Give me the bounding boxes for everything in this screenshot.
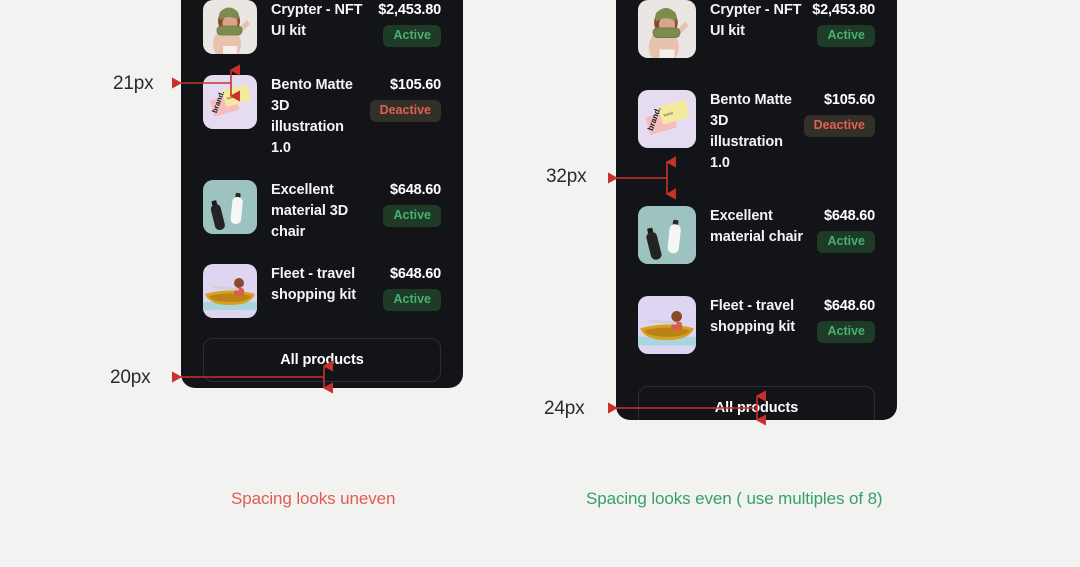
product-title: Crypter - NFT UI kit bbox=[271, 2, 363, 39]
status-badge: Deactive bbox=[369, 100, 441, 122]
product-row-body: Crypter - NFT UI kit $2,453.80 Active bbox=[257, 0, 441, 47]
product-title: Bento Matte 3D illustration 1.0 bbox=[271, 77, 353, 156]
product-price: $648.60 bbox=[823, 298, 875, 314]
product-list-item[interactable]: Fleet - travel shopping kit $648.60 Acti… bbox=[638, 296, 875, 354]
product-price: $648.60 bbox=[389, 266, 441, 282]
annotation-label-21px: 21px bbox=[113, 73, 154, 94]
caption-uneven: Spacing looks uneven bbox=[231, 489, 396, 508]
product-meta: $2,453.80 Active bbox=[372, 0, 441, 47]
status-badge: Deactive bbox=[803, 115, 875, 137]
nft-portrait-thumbnail bbox=[203, 0, 257, 54]
annotation-label-20px: 20px bbox=[110, 367, 151, 388]
product-meta: $648.60 Active bbox=[811, 206, 875, 253]
caption-even: Spacing looks even ( use multiples of 8) bbox=[586, 489, 883, 508]
bento-cards-thumbnail: brand brand. bbox=[203, 75, 257, 129]
panel-content-uneven: Crypter - NFT UI kit $2,453.80 Active br… bbox=[181, 0, 463, 382]
product-meta: $648.60 Active bbox=[811, 296, 875, 343]
status-badge: Active bbox=[817, 25, 875, 47]
status-badge: Active bbox=[383, 205, 441, 227]
all-products-button-wrap: All products bbox=[638, 386, 875, 420]
product-title: Fleet - travel shopping kit bbox=[271, 266, 356, 303]
product-row-body: Excellent material chair $648.60 Active bbox=[696, 206, 875, 253]
product-price: $648.60 bbox=[823, 208, 875, 224]
product-price: $648.60 bbox=[389, 182, 441, 198]
product-list-item[interactable]: brand brand. Bento Matte 3D illustration… bbox=[203, 75, 441, 159]
product-meta: $105.60 Deactive bbox=[364, 75, 441, 122]
status-badge: Active bbox=[383, 289, 441, 311]
product-list-item[interactable]: Fleet - travel shopping kit $648.60 Acti… bbox=[203, 264, 441, 318]
product-row-body: Fleet - travel shopping kit $648.60 Acti… bbox=[696, 296, 875, 343]
product-list-item[interactable]: brand brand. Bento Matte 3D illustration… bbox=[638, 90, 875, 174]
status-badge: Active bbox=[383, 25, 441, 47]
product-price: $105.60 bbox=[823, 92, 875, 108]
product-title: Bento Matte 3D illustration 1.0 bbox=[710, 92, 792, 171]
product-title: Excellent material 3D chair bbox=[271, 182, 349, 240]
product-list-panel-uneven: Crypter - NFT UI kit $2,453.80 Active br… bbox=[181, 0, 463, 388]
product-meta: $648.60 Active bbox=[377, 264, 441, 311]
product-price: $2,453.80 bbox=[378, 2, 441, 18]
annotation-label-24px: 24px bbox=[544, 398, 585, 419]
product-row-body: Crypter - NFT UI kit $2,453.80 Active bbox=[696, 0, 875, 47]
water-bottles-thumbnail bbox=[203, 180, 257, 234]
water-bottles-thumbnail bbox=[638, 206, 696, 264]
all-products-button[interactable]: All products bbox=[203, 338, 441, 382]
product-list-panel-even: Crypter - NFT UI kit $2,453.80 Active br… bbox=[616, 0, 897, 420]
product-list-item[interactable]: Excellent material chair $648.60 Active bbox=[638, 206, 875, 264]
all-products-button-wrap: All products bbox=[203, 338, 441, 382]
panel-content-even: Crypter - NFT UI kit $2,453.80 Active br… bbox=[616, 0, 897, 420]
product-meta: $105.60 Deactive bbox=[798, 90, 875, 137]
annotation-overlay bbox=[172, 64, 766, 426]
status-badge: Active bbox=[817, 321, 875, 343]
product-meta: $2,453.80 Active bbox=[806, 0, 875, 47]
annotation-label-32px: 32px bbox=[546, 166, 587, 187]
bento-cards-thumbnail: brand brand. bbox=[638, 90, 696, 148]
product-row-body: Excellent material 3D chair $648.60 Acti… bbox=[257, 180, 441, 243]
product-row-body: Bento Matte 3D illustration 1.0 $105.60 … bbox=[257, 75, 441, 159]
product-list-item[interactable]: Crypter - NFT UI kit $2,453.80 Active bbox=[638, 0, 875, 58]
product-meta: $648.60 Active bbox=[377, 180, 441, 227]
nft-portrait-thumbnail bbox=[638, 0, 696, 58]
product-row-body: Fleet - travel shopping kit $648.60 Acti… bbox=[257, 264, 441, 311]
kayak-thumbnail bbox=[203, 264, 257, 318]
status-badge: Active bbox=[817, 231, 875, 253]
product-price: $2,453.80 bbox=[812, 2, 875, 18]
product-title: Excellent material chair bbox=[710, 208, 803, 245]
product-row-body: Bento Matte 3D illustration 1.0 $105.60 … bbox=[696, 90, 875, 174]
product-list-item[interactable]: Excellent material 3D chair $648.60 Acti… bbox=[203, 180, 441, 243]
product-title: Crypter - NFT UI kit bbox=[710, 2, 802, 39]
all-products-button[interactable]: All products bbox=[638, 386, 875, 420]
product-price: $105.60 bbox=[389, 77, 441, 93]
kayak-thumbnail bbox=[638, 296, 696, 354]
product-list-item[interactable]: Crypter - NFT UI kit $2,453.80 Active bbox=[203, 0, 441, 54]
product-title: Fleet - travel shopping kit bbox=[710, 298, 795, 335]
